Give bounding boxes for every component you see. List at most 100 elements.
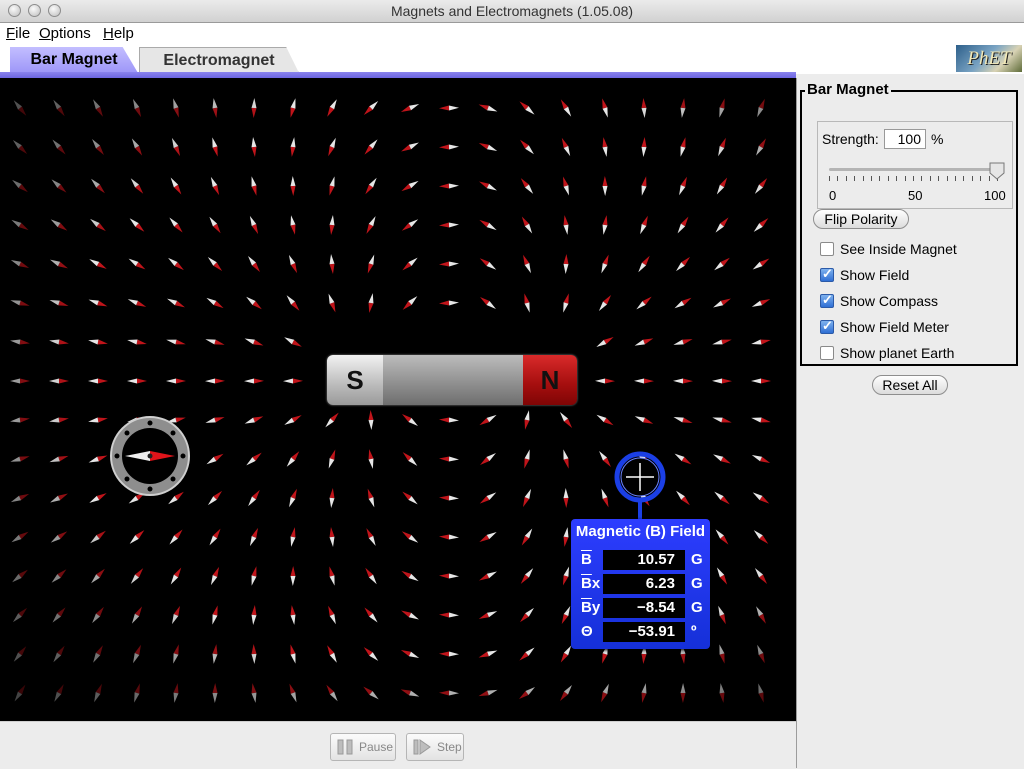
checkbox-see-inside-magnet-box[interactable] xyxy=(820,242,834,256)
field-needle xyxy=(49,378,69,384)
field-needle xyxy=(563,449,569,469)
field-needle xyxy=(636,296,652,310)
field-needle xyxy=(51,569,67,583)
strength-slider-thumb[interactable] xyxy=(989,162,1005,180)
field-needle xyxy=(205,417,225,423)
field-needle xyxy=(210,176,220,196)
field-needle xyxy=(716,567,728,585)
field-meter[interactable]: Magnetic (B) Field B 10.57 G Bx 6.23 G B… xyxy=(571,519,710,649)
slider-tick xyxy=(963,176,965,181)
field-needle xyxy=(439,651,459,657)
field-needle xyxy=(212,98,218,118)
magnet-south-pole: S xyxy=(327,355,383,405)
strength-slider-track[interactable] xyxy=(829,168,997,171)
field-needle xyxy=(166,378,186,384)
field-needle xyxy=(716,177,728,195)
checkbox-show-field-meter[interactable]: Show Field Meter xyxy=(820,317,949,337)
field-needle xyxy=(327,99,337,117)
pause-button[interactable]: Pause xyxy=(330,733,396,761)
field-needle xyxy=(673,378,693,384)
field-needle xyxy=(715,217,729,233)
tab-bar-magnet[interactable]: Bar Magnet xyxy=(10,47,138,73)
checkbox-show-planet-earth[interactable]: Show planet Earth xyxy=(820,343,954,363)
window-title: Magnets and Electromagnets (1.05.08) xyxy=(390,3,634,19)
field-needle xyxy=(207,490,223,506)
field-needle xyxy=(92,606,104,624)
field-needle xyxy=(49,417,69,423)
field-needle xyxy=(713,454,731,464)
tab-electromagnet[interactable]: Electromagnet xyxy=(139,47,299,73)
checkbox-show-field-meter-box[interactable] xyxy=(820,318,834,334)
checkbox-see-inside-magnet[interactable]: See Inside Magnet xyxy=(820,239,957,259)
field-needle xyxy=(326,684,338,702)
slider-tick xyxy=(887,176,889,181)
field-needle xyxy=(520,139,534,155)
field-needle xyxy=(561,137,571,157)
field-needle xyxy=(11,531,29,543)
checkbox-show-field-box[interactable] xyxy=(820,266,834,282)
field-needle xyxy=(519,686,535,700)
step-button[interactable]: Step xyxy=(406,733,464,761)
field-meter-value-b: 10.57 xyxy=(603,550,685,570)
reset-all-button[interactable]: Reset All xyxy=(872,375,948,395)
field-needle xyxy=(602,98,608,118)
field-needle xyxy=(212,137,218,157)
field-needle xyxy=(90,530,106,544)
field-needle xyxy=(714,491,730,505)
field-needle xyxy=(402,257,418,271)
checkbox-show-planet-earth-box[interactable] xyxy=(820,346,834,360)
checkbox-show-field[interactable]: Show Field xyxy=(820,265,909,285)
menu-file[interactable]: File xyxy=(6,25,30,42)
field-needle xyxy=(756,606,766,624)
bar-magnet-group: Strength: % 0 50 100 Flip Polarity See I… xyxy=(800,90,1018,366)
field-needle xyxy=(244,378,264,384)
slider-tick xyxy=(946,176,948,181)
field-needle xyxy=(14,684,26,702)
menu-help[interactable]: Help xyxy=(103,25,134,42)
field-needle xyxy=(325,412,339,428)
field-needle xyxy=(51,179,67,193)
compass[interactable] xyxy=(110,416,190,496)
field-needle xyxy=(212,644,218,664)
field-needle xyxy=(673,417,693,423)
checkbox-show-compass-box[interactable] xyxy=(820,292,834,308)
field-needle xyxy=(563,254,569,274)
field-needle xyxy=(366,216,376,234)
field-needle xyxy=(640,215,648,235)
phet-logo: PhET xyxy=(956,45,1022,72)
field-needle xyxy=(170,177,182,195)
field-needle xyxy=(602,176,608,196)
field-needle xyxy=(719,683,725,703)
field-needle xyxy=(718,605,726,625)
field-needle xyxy=(289,488,297,508)
field-needle xyxy=(641,683,647,703)
field-needle xyxy=(756,138,766,156)
field-needle xyxy=(674,297,692,309)
field-needle xyxy=(439,690,459,696)
field-needle xyxy=(89,259,107,269)
field-needle xyxy=(674,453,692,465)
strength-label: Strength: xyxy=(822,131,879,147)
field-needle xyxy=(169,529,183,545)
field-needle xyxy=(673,339,693,345)
field-needle xyxy=(365,177,377,195)
field-needle xyxy=(328,449,336,469)
bar-magnet[interactable]: S N xyxy=(327,355,577,405)
play-area[interactable]: S N Magnetic (B) Field B 10.57 G Bx 6.23… xyxy=(0,78,796,721)
flip-polarity-button[interactable]: Flip Polarity xyxy=(813,209,909,229)
strength-input[interactable] xyxy=(884,129,926,149)
field-needle xyxy=(479,531,497,543)
checkbox-show-compass[interactable]: Show Compass xyxy=(820,291,938,311)
field-needle xyxy=(751,299,771,307)
field-needle xyxy=(520,607,534,623)
slider-tick xyxy=(955,176,956,181)
field-needle xyxy=(10,259,30,269)
field-needle xyxy=(598,295,612,311)
field-needle xyxy=(563,527,569,547)
field-needle xyxy=(364,607,378,623)
menu-options[interactable]: Options xyxy=(39,25,91,42)
field-needle xyxy=(127,339,147,345)
field-meter-probe[interactable] xyxy=(613,450,667,504)
field-needle xyxy=(368,410,374,430)
field-needle xyxy=(290,527,296,547)
